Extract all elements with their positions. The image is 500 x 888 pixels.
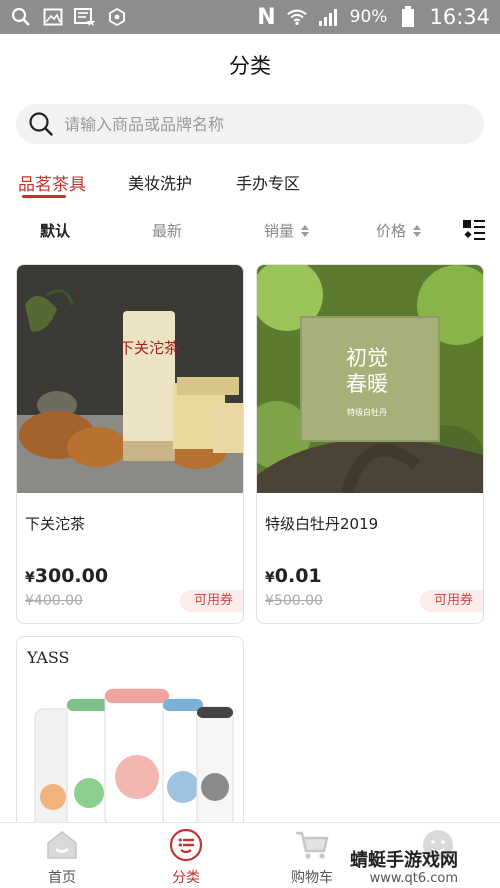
nav-home[interactable]: 首页 <box>22 827 102 887</box>
sort-bar: 默认 最新 销量 价格 <box>0 214 500 246</box>
product-name: 特级白牡丹2019 <box>265 515 379 533</box>
sort-price[interactable]: 价格 <box>376 220 422 241</box>
package-text-line-3: 特级白牡丹 <box>347 407 387 417</box>
signal-icon <box>318 6 340 28</box>
sort-sales-label: 销量 <box>264 222 295 240</box>
currency-symbol: ¥ <box>265 570 275 586</box>
news-icon <box>74 6 96 28</box>
clock: 16:34 <box>429 5 490 29</box>
battery-percent: 90% <box>349 7 388 27</box>
page-header: 分类 <box>0 34 500 96</box>
sort-newest-label: 最新 <box>152 222 183 240</box>
status-bar: N 90% 16:34 <box>0 0 500 34</box>
sort-sales[interactable]: 销量 <box>264 220 310 241</box>
nav-category[interactable]: 分类 <box>146 827 226 887</box>
price-value: 0.01 <box>274 565 322 587</box>
original-price: ¥500.00 <box>265 593 323 609</box>
product-image: YASS <box>17 637 243 828</box>
wifi-icon <box>286 6 308 28</box>
search-input[interactable] <box>64 114 464 134</box>
package-text-line-1: 初觉 <box>346 346 388 370</box>
search-bar[interactable] <box>16 104 484 144</box>
nav-cart-label: 购物车 <box>291 870 333 886</box>
product-image: 下关沱茶 <box>17 265 243 493</box>
sort-price-label: 价格 <box>376 222 407 240</box>
active-tab-indicator <box>22 195 66 198</box>
watermark-text: 蜻蜓手游戏网 <box>350 850 458 871</box>
page-title: 分类 <box>229 54 271 78</box>
nav-category-label: 分类 <box>172 870 200 886</box>
package-label: 下关沱茶 <box>119 339 179 357</box>
sort-arrows-icon <box>300 224 310 238</box>
tab-beauty[interactable]: 美妆洗护 <box>128 170 192 194</box>
sort-default-label: 默认 <box>40 222 71 240</box>
sort-default[interactable]: 默认 <box>40 220 70 241</box>
sort-newest[interactable]: 最新 <box>152 220 182 241</box>
product-card[interactable]: YASS <box>16 636 244 836</box>
search-icon <box>29 112 53 136</box>
product-image: 初觉 春暖 特级白牡丹 <box>257 265 483 505</box>
coupon-badge: 可用券 <box>419 590 483 612</box>
status-bar-right: N 90% 16:34 <box>257 5 490 30</box>
location-icon <box>106 6 128 28</box>
product-price: ¥0.01 <box>265 565 322 587</box>
category-tabs: 品茗茶具 美妆洗护 手办专区 <box>0 166 500 206</box>
nav-home-label: 首页 <box>48 870 76 886</box>
category-icon <box>146 827 226 863</box>
home-icon <box>22 827 102 863</box>
watermark: 蜻蜓手游戏网 www.qt6.com <box>350 852 458 888</box>
tab-figures[interactable]: 手办专区 <box>236 170 300 194</box>
original-price: ¥400.00 <box>25 593 83 609</box>
sort-arrows-icon <box>412 224 422 238</box>
image-icon <box>42 6 64 28</box>
brand-logo: YASS <box>26 648 70 667</box>
product-price: ¥300.00 <box>25 565 108 587</box>
watermark-url: www.qt6.com <box>369 871 458 886</box>
battery-icon <box>397 6 419 28</box>
product-card[interactable]: 下关沱茶 下关沱茶 ¥300.00 ¥400.00 可用券 <box>16 264 244 624</box>
search-icon <box>10 6 32 28</box>
nav-cart[interactable]: 购物车 <box>272 827 352 887</box>
package-text-line-2: 春暖 <box>346 372 388 396</box>
notification-n-icon: N <box>257 4 276 30</box>
status-bar-left <box>10 6 128 28</box>
layout-toggle-icon[interactable] <box>462 218 486 242</box>
currency-symbol: ¥ <box>25 570 35 586</box>
cart-icon <box>272 827 352 863</box>
product-name: 下关沱茶 <box>25 515 86 533</box>
price-value: 300.00 <box>34 565 109 587</box>
tab-tea[interactable]: 品茗茶具 <box>18 170 86 195</box>
coupon-badge: 可用券 <box>179 590 243 612</box>
product-card[interactable]: 初觉 春暖 特级白牡丹 特级白牡丹2019 ¥0.01 ¥500.00 可用券 <box>256 264 484 624</box>
